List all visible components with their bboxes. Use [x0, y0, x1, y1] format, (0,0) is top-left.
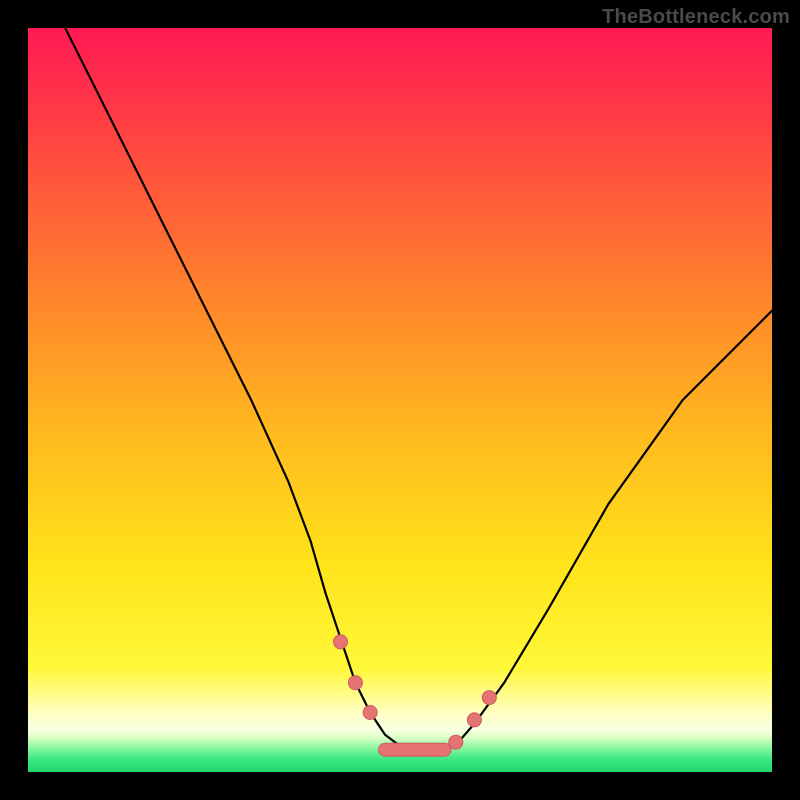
watermark-text: TheBottleneck.com [602, 6, 790, 29]
flat-bottom-bar [379, 743, 452, 756]
chart-frame: TheBottleneck.com [0, 0, 800, 800]
curve-marker-5 [482, 691, 496, 705]
chart-svg [28, 28, 772, 772]
bottleneck-curve [28, 28, 772, 750]
curve-marker-4 [467, 713, 481, 727]
curve-marker-3 [449, 735, 463, 749]
curve-marker-1 [348, 676, 362, 690]
plot-area [28, 28, 772, 772]
curve-markers [334, 635, 497, 749]
curve-marker-0 [334, 635, 348, 649]
curve-path [28, 28, 772, 750]
curve-marker-2 [363, 706, 377, 720]
valley-bar [379, 743, 452, 756]
